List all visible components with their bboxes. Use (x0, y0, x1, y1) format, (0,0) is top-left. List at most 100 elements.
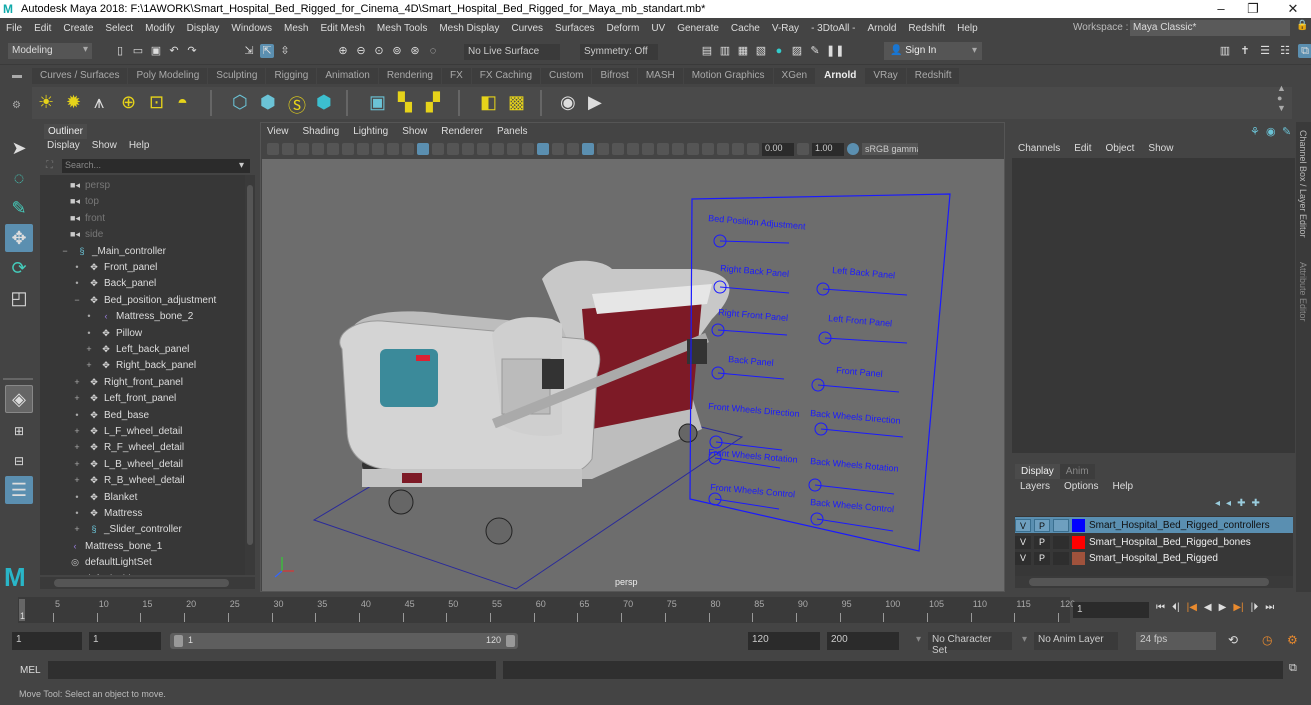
chevron-down-icon[interactable]: ▾ (239, 160, 244, 171)
visibility-toggle[interactable]: V (1015, 535, 1031, 549)
layer-horizontal-scrollbar[interactable] (1015, 576, 1293, 588)
mesh-light-icon[interactable]: ✹ (66, 92, 81, 113)
scrollbar-thumb[interactable] (54, 579, 229, 587)
shelf-tab-mash[interactable]: MASH (637, 68, 683, 84)
expand-icon[interactable]: + (82, 357, 96, 373)
default-material-icon[interactable] (552, 143, 564, 155)
field-chart-icon[interactable] (477, 143, 489, 155)
undo-icon[interactable]: ↶ (167, 44, 181, 58)
loop-icon[interactable]: ⟲ (1228, 633, 1238, 647)
shelf-scroll-icon[interactable]: ▲ ● ▼ (1277, 83, 1286, 113)
xray-active-icon[interactable] (717, 143, 729, 155)
viewport-menu-panels[interactable]: Panels (497, 126, 528, 137)
channel-box-tool-icon[interactable]: ⚘ (1250, 125, 1260, 138)
step-back-key-button[interactable]: ⏴| (1172, 602, 1180, 613)
script-editor-icon[interactable]: ⧉ (1289, 662, 1297, 675)
outliner-item[interactable]: • ✥ Mattress (70, 505, 142, 521)
menu-vray[interactable]: V-Ray (766, 23, 805, 34)
channels-menu-show[interactable]: Show (1148, 143, 1173, 154)
layer-tab-display[interactable]: Display (1015, 464, 1060, 479)
viewport-menu-shading[interactable]: Shading (303, 126, 340, 137)
new-scene-icon[interactable]: ▯ (113, 44, 127, 58)
shelf-menu-icon[interactable]: ▬ (12, 70, 22, 81)
snap-vertex-icon[interactable]: ◌ (426, 44, 440, 58)
exposure-icon[interactable] (747, 143, 759, 155)
curve-collector-icon[interactable]: Ⓢ (288, 92, 306, 118)
menu-uv[interactable]: UV (645, 23, 671, 34)
lock-camera-icon[interactable] (327, 143, 339, 155)
light-portal-icon[interactable]: ⊡ (149, 92, 164, 113)
animation-start-field[interactable]: 1 (12, 632, 82, 650)
outliner-item[interactable]: ■◂ persp (68, 177, 110, 193)
shelf-tab-fx[interactable]: FX (441, 68, 471, 84)
edit-icon[interactable]: ✎ (1282, 125, 1291, 138)
side-tab-attribute-editor[interactable]: Attribute Editor (1298, 262, 1308, 322)
snap-curve-icon[interactable]: ⊖ (354, 44, 368, 58)
outliner-item[interactable]: • ✥ Blanket (70, 489, 137, 505)
select-hierarchy-icon[interactable]: ⇲ (242, 44, 256, 58)
layer-menu-layers[interactable]: Layers (1020, 481, 1050, 492)
outliner-item[interactable]: • ✥ Back_panel (70, 275, 156, 291)
arnold-icon[interactable]: ◉ (1266, 125, 1276, 138)
color-management-icon[interactable] (847, 143, 859, 155)
side-tab-channel-box[interactable]: Channel Box / Layer Editor (1298, 130, 1308, 238)
menu-3dtoall[interactable]: - 3DtoAll - (805, 23, 861, 34)
image-plane-icon[interactable] (282, 143, 294, 155)
xray-icon[interactable] (702, 143, 714, 155)
safe-action-icon[interactable] (492, 143, 504, 155)
viewport-canvas[interactable]: Bed Position Adjustment Right Back Panel L… (262, 159, 1004, 591)
shelf-tab-curves-surfaces[interactable]: Curves / Surfaces (32, 68, 128, 84)
expand-icon[interactable]: + (70, 374, 84, 390)
command-input[interactable] (48, 661, 496, 679)
layer-menu-options[interactable]: Options (1064, 481, 1098, 492)
render-view-icon[interactable]: ▤ (700, 44, 714, 58)
outliner-item[interactable]: + ✥ Right_front_panel (70, 374, 183, 390)
open-scene-icon[interactable]: ▭ (131, 44, 145, 58)
menu-display[interactable]: Display (181, 23, 226, 34)
layer-row[interactable]: V P Smart_Hospital_Bed_Rigged_controller… (1015, 517, 1293, 533)
shadows-icon[interactable] (612, 143, 624, 155)
exposure-field[interactable]: 0.00 (762, 142, 794, 156)
fps-dropdown[interactable]: 24 fps (1136, 632, 1216, 650)
expand-icon[interactable]: + (70, 390, 84, 406)
outliner-item[interactable]: • ✥ Front_panel (70, 259, 157, 275)
auto-key-icon[interactable]: ◷ (1262, 633, 1272, 647)
expand-icon[interactable]: + (70, 439, 84, 455)
viewport-menu-show[interactable]: Show (402, 126, 427, 137)
display-type-toggle[interactable] (1053, 535, 1069, 549)
textured-icon[interactable] (582, 143, 594, 155)
outliner-search-input[interactable]: Search... (62, 159, 250, 173)
viewport-menu-renderer[interactable]: Renderer (441, 126, 483, 137)
select-component-icon[interactable]: ⇳ (278, 44, 292, 58)
layer-row[interactable]: V P Smart_Hospital_Bed_Rigged (1015, 550, 1293, 566)
outliner-item[interactable]: ◎ defaultLightSet (68, 554, 152, 570)
play-backwards-button[interactable]: ◀ (1204, 602, 1212, 613)
sketch-icon[interactable] (402, 143, 414, 155)
screen-space-ao-icon[interactable] (627, 143, 639, 155)
snap-live-icon[interactable]: ⊛ (408, 44, 422, 58)
menu-cache[interactable]: Cache (725, 23, 766, 34)
menu-mesh[interactable]: Mesh (278, 23, 314, 34)
safe-title-icon[interactable] (507, 143, 519, 155)
menu-arnold[interactable]: Arnold (862, 23, 903, 34)
outliner-item[interactable]: ‹ Mattress_bone_1 (68, 538, 163, 554)
single-pane-layout-icon[interactable]: ◈ (5, 385, 33, 413)
gamma-field[interactable]: 1.00 (812, 142, 844, 156)
shelf-tab-rigging[interactable]: Rigging (266, 68, 317, 84)
go-to-start-button[interactable]: ⏮ (1156, 602, 1165, 613)
shelf-tab-vray[interactable]: VRay (865, 68, 906, 84)
wireframe-on-shaded-icon[interactable] (567, 143, 579, 155)
paint-select-tool-icon[interactable]: ✎ (5, 194, 33, 222)
film-gate-icon[interactable] (432, 143, 444, 155)
layer-color-swatch[interactable] (1072, 518, 1085, 532)
menu-mesh-tools[interactable]: Mesh Tools (371, 23, 433, 34)
shelf-tab-animation[interactable]: Animation (317, 68, 378, 84)
shelf-tab-rendering[interactable]: Rendering (378, 68, 441, 84)
channels-menu-channels[interactable]: Channels (1018, 143, 1060, 154)
display-type-toggle[interactable] (1053, 518, 1069, 532)
outliner-item[interactable]: ■◂ top (68, 193, 99, 209)
channels-menu-edit[interactable]: Edit (1074, 143, 1091, 154)
symmetry-dropdown[interactable]: Symmetry: Off (580, 44, 658, 60)
menu-redshift[interactable]: Redshift (902, 23, 951, 34)
move-tool-icon[interactable]: ✥ (5, 224, 33, 252)
